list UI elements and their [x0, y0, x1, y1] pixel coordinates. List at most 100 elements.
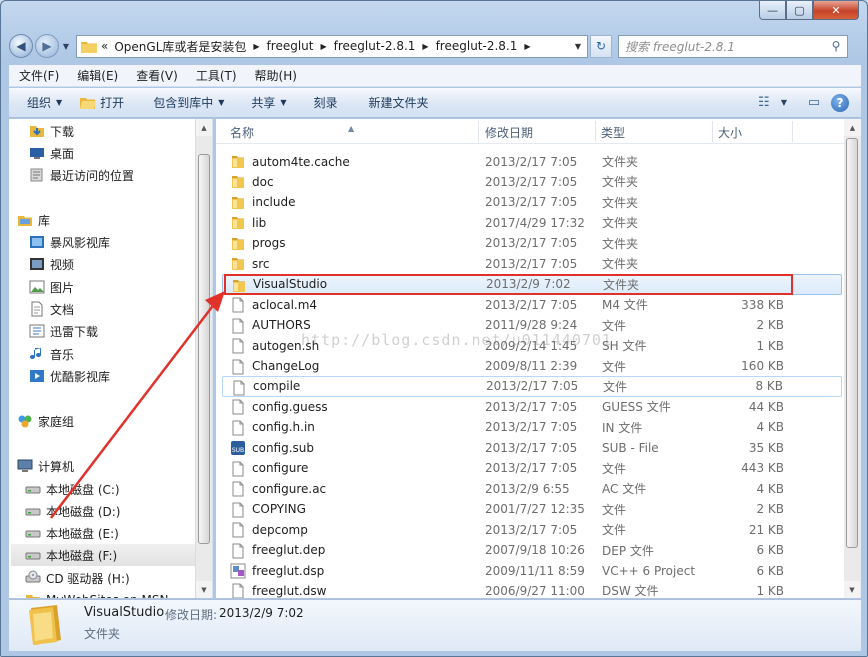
breadcrumb-item[interactable]: freeglut-2.8.1 [436, 39, 518, 53]
column-divider[interactable] [595, 121, 596, 142]
sidebar-item[interactable]: 下载 [29, 120, 74, 142]
maximize-button[interactable]: ▢ [786, 1, 813, 20]
column-divider[interactable] [478, 121, 479, 142]
file-modified-date: 2013/2/17 7:05 [485, 154, 578, 169]
file-row[interactable]: configure 2013/2/17 7:05 文件 443 KB [222, 458, 842, 479]
file-row[interactable]: AUTHORS 2011/9/28 9:24 文件 2 KB [222, 315, 842, 336]
explorer-window: — ▢ ✕ ◀ ▶ ▼ « OpenGL库或者是安装包 ▶ freeglut ▶… [0, 0, 868, 657]
file-icon [230, 359, 246, 375]
file-scrollbar-track[interactable]: ▲ ▼ [844, 119, 861, 598]
file-modified-date: 2009/8/11 2:39 [485, 359, 578, 373]
file-row[interactable]: SUB config.sub 2013/2/17 7:05 SUB - File 35 … [222, 437, 842, 458]
view-dropdown-icon[interactable]: ▼ [781, 98, 787, 107]
scroll-up-icon[interactable]: ▲ [844, 119, 861, 136]
breadcrumb-separator-icon[interactable]: ▶ [253, 42, 259, 51]
navigation-scrollbar[interactable]: ▲ ▼ [195, 119, 212, 598]
share-button[interactable]: 共享 ▼ [233, 94, 295, 111]
breadcrumb-separator-icon[interactable]: ▶ [422, 42, 428, 51]
sidebar-item[interactable]: 桌面 [29, 142, 74, 164]
column-type-header[interactable]: 类型 [601, 124, 625, 141]
scroll-down-icon[interactable]: ▼ [844, 581, 860, 598]
scrollbar-thumb[interactable] [846, 138, 858, 548]
breadcrumb-separator-icon[interactable]: ▶ [524, 42, 530, 51]
file-row[interactable]: autom4te.cache 2013/2/17 7:05 文件夹 [222, 151, 842, 172]
breadcrumb-item[interactable]: freeglut [267, 39, 314, 53]
sidebar-item[interactable]: 最近访问的位置 [29, 164, 134, 186]
column-name-header[interactable]: 名称 [230, 124, 254, 141]
file-row[interactable]: src 2013/2/17 7:05 文件夹 [222, 253, 842, 274]
sidebar-item[interactable]: 库 [17, 209, 50, 231]
file-row[interactable]: lib 2017/4/29 17:32 文件夹 [222, 212, 842, 233]
file-row[interactable]: config.guess 2013/2/17 7:05 GUESS 文件 44 KB [222, 396, 842, 417]
forward-button[interactable]: ▶ [35, 34, 59, 58]
file-modified-date: 2013/2/17 7:05 [485, 399, 578, 414]
recent-pages-dropdown[interactable]: ▼ [60, 42, 72, 51]
refresh-button[interactable]: ↻ [590, 34, 612, 58]
scroll-down-icon[interactable]: ▼ [196, 581, 212, 598]
breadcrumb-item[interactable]: freeglut-2.8.1 [334, 39, 416, 53]
column-divider[interactable] [792, 121, 793, 142]
menu-tools[interactable]: 工具(T) [186, 67, 245, 84]
sidebar-item[interactable]: 暴风影视库 [29, 231, 110, 253]
file-row[interactable]: doc 2013/2/17 7:05 文件夹 [222, 171, 842, 192]
address-dropdown-icon[interactable]: ▼ [569, 42, 587, 51]
menu-edit[interactable]: 编辑(E) [67, 67, 126, 84]
menu-file[interactable]: 文件(F) [9, 67, 67, 84]
address-bar[interactable]: « OpenGL库或者是安装包 ▶ freeglut ▶ freeglut-2.… [76, 34, 588, 58]
burn-button[interactable]: 刻录 [296, 94, 347, 111]
file-row[interactable]: config.h.in 2013/2/17 7:05 IN 文件 4 KB [222, 417, 842, 438]
preview-pane-button[interactable]: ▭ [803, 93, 825, 113]
sidebar-item[interactable]: 图片 [29, 276, 74, 298]
file-row[interactable]: freeglut.dep 2007/9/18 10:26 DEP 文件 6 KB [222, 540, 842, 561]
back-button[interactable]: ◀ [9, 34, 33, 58]
scrollbar-thumb[interactable] [198, 154, 210, 544]
sidebar-item[interactable]: 本地磁盘 (C:) [25, 478, 120, 500]
sidebar-item[interactable]: 迅雷下载 [29, 320, 98, 342]
search-input[interactable]: 搜索 freeglut-2.8.1 ⚲ [618, 34, 848, 58]
file-name: config.sub [252, 440, 315, 455]
file-row[interactable]: configure.ac 2013/2/9 6:55 AC 文件 4 KB [222, 478, 842, 499]
file-size: 1 KB [756, 338, 784, 353]
sidebar-item[interactable]: 家庭组 [17, 410, 74, 432]
sidebar-item[interactable]: 本地磁盘 (F:) [11, 544, 195, 566]
file-row[interactable]: aclocal.m4 2013/2/17 7:05 M4 文件 338 KB [222, 294, 842, 315]
new-folder-button[interactable]: 新建文件夹 [347, 94, 438, 111]
column-date-header[interactable]: 修改日期 [485, 124, 533, 141]
sidebar-item[interactable]: CD 驱动器 (H:) [25, 567, 130, 589]
sidebar-item[interactable]: 优酷影视库 [29, 365, 110, 387]
breadcrumb-separator-icon[interactable]: ▶ [320, 42, 326, 51]
sidebar-item[interactable]: MyWebSites on MSN [25, 589, 168, 598]
sidebar-item[interactable]: 本地磁盘 (D:) [25, 500, 120, 522]
sidebar-item[interactable]: 计算机 [17, 455, 74, 477]
file-type: 文件 [602, 461, 627, 476]
file-row[interactable]: autogen.sh 2009/2/14 1:45 SH 文件 1 KB [222, 335, 842, 356]
file-row[interactable]: progs 2013/2/17 7:05 文件夹 [222, 233, 842, 254]
breadcrumb-item[interactable]: OpenGL库或者是安装包 [114, 38, 246, 55]
column-divider[interactable] [712, 121, 713, 142]
organize-button[interactable]: 组织 ▼ [9, 94, 71, 111]
sidebar-item[interactable]: 视频 [29, 253, 74, 275]
open-button[interactable]: 打开 [71, 94, 133, 111]
folder-icon [230, 215, 246, 231]
help-button[interactable]: ? [831, 93, 849, 112]
file-row[interactable]: depcomp 2013/2/17 7:05 文件 21 KB [222, 519, 842, 540]
sidebar-item[interactable]: 文档 [29, 298, 74, 320]
file-row[interactable]: ChangeLog 2009/8/11 2:39 文件 160 KB [222, 356, 842, 377]
file-row[interactable]: compile 2013/2/17 7:05 文件 8 KB [222, 375, 842, 397]
file-row[interactable]: freeglut.dsw 2006/9/27 11:00 DSW 文件 1 KB [222, 580, 842, 598]
include-in-library-button[interactable]: 包含到库中 ▼ [133, 94, 233, 111]
change-view-button[interactable]: ☷ [753, 93, 775, 113]
file-row[interactable]: COPYING 2001/7/27 12:35 文件 2 KB [222, 499, 842, 520]
file-row[interactable]: freeglut.dsp 2009/11/11 8:59 VC++ 6 Projec… [222, 560, 842, 581]
scroll-up-icon[interactable]: ▲ [196, 119, 212, 136]
column-size-header[interactable]: 大小 [718, 124, 742, 141]
search-icon[interactable]: ⚲ [825, 39, 847, 53]
sidebar-item[interactable]: 本地磁盘 (E:) [25, 522, 119, 544]
menu-help[interactable]: 帮助(H) [245, 67, 305, 84]
menu-view[interactable]: 查看(V) [126, 67, 186, 84]
sidebar-item[interactable]: 音乐 [29, 343, 74, 365]
close-button[interactable]: ✕ [813, 1, 859, 20]
file-row[interactable]: include 2013/2/17 7:05 文件夹 [222, 192, 842, 213]
minimize-button[interactable]: — [759, 1, 786, 20]
file-list-scrollbar[interactable]: ▲ ▼ [844, 119, 861, 598]
